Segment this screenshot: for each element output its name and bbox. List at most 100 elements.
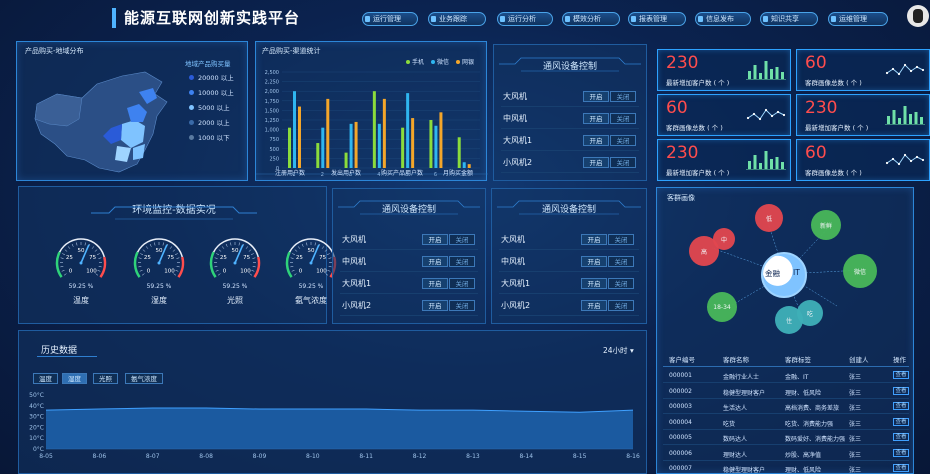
spark-point (746, 116, 750, 120)
vent-on-button[interactable]: 开启 (581, 300, 607, 311)
vent-off-button[interactable]: 关闭 (449, 234, 475, 245)
y-tick-label: 2,000 (265, 89, 279, 95)
gauge-tick (172, 249, 176, 252)
legend-label: 网银 (462, 58, 474, 66)
gauge: 0 25 50 75 100 (55, 238, 107, 278)
gauge-tick (306, 242, 308, 246)
nav-item-6[interactable]: 知识共享 (760, 12, 818, 26)
view-button[interactable]: 查看 (893, 386, 909, 395)
spark-bar (753, 155, 757, 169)
vent-off-button[interactable]: 关闭 (449, 300, 475, 311)
legend-dot (189, 89, 194, 95)
vent-on-button[interactable]: 开启 (583, 135, 609, 146)
nav-item-7[interactable]: 运维管理 (828, 12, 888, 26)
vent-on-button[interactable]: 开启 (583, 91, 609, 102)
spark-point (903, 63, 907, 67)
view-button[interactable]: 查看 (893, 417, 909, 426)
vent-off-button[interactable]: 关闭 (610, 135, 636, 146)
legend-label: 10000 以上 (198, 89, 234, 97)
nav-item-3[interactable]: 模效分析 (562, 12, 620, 26)
row-divider (663, 428, 909, 430)
view-button[interactable]: 查看 (893, 402, 909, 410)
nav-item-5[interactable]: 信息发布 (695, 12, 751, 26)
china-map (34, 71, 168, 173)
legend-dot (189, 74, 194, 80)
nav-item-0[interactable]: 运行管理 (362, 12, 418, 26)
bar (429, 120, 433, 168)
avatar[interactable] (907, 5, 929, 27)
frame-top (338, 200, 480, 208)
gauge-tick (94, 249, 98, 252)
spark-point (909, 69, 913, 73)
vent-on-button[interactable]: 开启 (422, 234, 448, 245)
gauge-tick-label: 0 (69, 269, 73, 275)
gauge-tick (221, 246, 225, 249)
spark-bar (903, 106, 907, 124)
nav-item-2[interactable]: 运行分析 (497, 12, 553, 26)
legend-label: 5000 以上 (198, 104, 230, 112)
stat-card: 60 客群画像总数 ( 个 ) (657, 94, 791, 136)
vent-on-button[interactable]: 开启 (581, 278, 607, 289)
vent-row-label: 小风机2 (342, 301, 372, 310)
history-tab-1[interactable]: 湿度 (62, 373, 87, 384)
y-tick-label: 10°C (29, 435, 44, 442)
vent-off-button[interactable]: 关闭 (610, 157, 636, 168)
vent-off-button[interactable]: 关闭 (608, 234, 634, 245)
vent-off-button[interactable]: 关闭 (449, 256, 475, 267)
view-button[interactable]: 查看 (893, 371, 909, 379)
table-cell: 张三 (849, 405, 862, 412)
history-tab-0[interactable]: 温度 (33, 373, 58, 384)
vent-on-button[interactable]: 开启 (581, 256, 607, 267)
vent-title-frame (338, 200, 480, 215)
gauge-tick (215, 269, 219, 272)
bar-footer-label: 注册用户数 (274, 170, 305, 177)
vent-on-button[interactable]: 开启 (583, 113, 609, 124)
gauge-tick (176, 257, 180, 259)
vent-off-button[interactable]: 关闭 (608, 256, 634, 267)
vent-on-button[interactable]: 开启 (422, 256, 448, 267)
view-button[interactable]: 查看 (893, 433, 909, 441)
gauge-tick-label: 75 (89, 255, 96, 261)
vent-off-button[interactable]: 关闭 (608, 278, 634, 289)
vent-on-button[interactable]: 开启 (422, 300, 448, 311)
bar (326, 98, 330, 168)
x-tick-label: 8-11 (359, 453, 373, 460)
bar (372, 91, 376, 168)
table-cell: 高档消费、商务差旅 (785, 405, 840, 412)
legend-dot (189, 119, 194, 125)
vent-on-button[interactable]: 开启 (581, 234, 607, 245)
spark-point (776, 110, 780, 114)
gauge-tick (142, 249, 146, 252)
nav-item-4[interactable]: 报表管理 (628, 12, 686, 26)
vent-off-button[interactable]: 关闭 (610, 91, 636, 102)
vent-row-divider (340, 249, 478, 250)
range-select[interactable]: 24小时 ▾ (603, 345, 634, 356)
stat-label: 最新增加客户数 ( 个 ) (666, 169, 730, 177)
vent-row-label: 小风机2 (501, 301, 531, 310)
gauge-tick-label: 75 (243, 255, 250, 261)
nav-item-1[interactable]: 业务跟踪 (428, 12, 486, 26)
vent-off-button[interactable]: 关闭 (608, 300, 634, 311)
vent-off-button[interactable]: 关闭 (610, 113, 636, 124)
spark-point (770, 114, 774, 118)
gauge-tick-label: 50 (308, 248, 315, 254)
gauge-tick (60, 257, 64, 259)
table-header-cell: 客群名称 (723, 356, 749, 364)
vent-row-divider (501, 172, 639, 173)
view-button[interactable]: 查看 (893, 464, 909, 472)
bar (293, 91, 296, 168)
bar-chart: 手机 微信 网银02505007501,0001,2501,5001,7502,00… (256, 58, 488, 178)
x-tick-label: 8-10 (306, 453, 320, 460)
vent-on-button[interactable]: 开启 (422, 278, 448, 289)
stat-label: 客群画像总数 ( 个 ) (805, 169, 862, 177)
spark-point (764, 108, 768, 112)
table-cell: 生活达人 (723, 405, 748, 412)
history-title-underline (37, 356, 97, 357)
vent-on-button[interactable]: 开启 (583, 157, 609, 168)
vent-off-button[interactable]: 关闭 (449, 278, 475, 289)
history-tab-3[interactable]: 氨气浓度 (125, 373, 163, 384)
view-button[interactable]: 查看 (893, 448, 909, 457)
spark-point (758, 117, 762, 121)
history-tab-2[interactable]: 光照 (93, 373, 118, 384)
gauge-tick (230, 242, 232, 246)
